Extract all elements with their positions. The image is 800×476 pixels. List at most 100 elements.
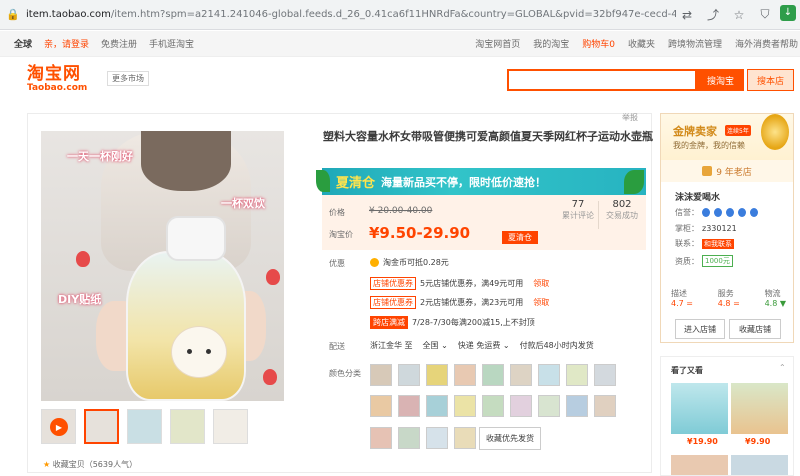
gold-seller-sub: 我的金牌，我的信赖: [673, 141, 745, 150]
shop-hat-icon: [702, 166, 713, 176]
color-swatch[interactable]: [370, 395, 392, 417]
color-swatch[interactable]: [594, 364, 616, 386]
shield-icon[interactable]: ⛉: [754, 5, 776, 25]
color-swatch[interactable]: [426, 427, 448, 449]
rec-item[interactable]: [731, 455, 788, 475]
product-main-image[interactable]: 一天一杯刚好 一杯双饮 DIY贴纸: [41, 131, 284, 401]
review-label: 累计评论: [562, 211, 594, 220]
search-taobao-button[interactable]: 搜淘宝: [697, 69, 744, 91]
ship-to-dropdown[interactable]: 全国 ⌄: [423, 340, 448, 351]
rec-item[interactable]: [671, 455, 728, 475]
download-icon[interactable]: ↓: [780, 4, 796, 21]
thumbnail-image[interactable]: [127, 409, 162, 444]
thumbnail-video[interactable]: ▶: [41, 409, 76, 444]
diamond-icon: [750, 208, 758, 217]
shipping-info: 浙江金华 至 全国 ⌄ 快递 免运费 ⌄ 付款后48小时内发货: [370, 340, 594, 351]
enter-shop-button[interactable]: 进入店铺: [675, 319, 725, 339]
get-coupon-button[interactable]: 领取: [533, 297, 549, 308]
color-swatch[interactable]: [538, 364, 560, 386]
score-value: 4.8: [764, 299, 778, 308]
color-swatch[interactable]: [510, 364, 532, 386]
color-swatch[interactable]: [398, 427, 420, 449]
region-selector[interactable]: 全球: [14, 37, 32, 50]
nav-home[interactable]: 淘宝网首页: [475, 37, 520, 50]
fullcut-row: 跨店满减 7/28-7/30每满200减15,上不封顶: [370, 316, 535, 329]
color-swatch[interactable]: [426, 395, 448, 417]
offers-label: 优惠: [329, 259, 345, 268]
color-swatch[interactable]: [566, 364, 588, 386]
color-label: 颜色分类: [329, 369, 361, 378]
rec-item[interactable]: [671, 383, 728, 434]
nav-cart[interactable]: 购物车0: [582, 37, 615, 50]
review-num: 77: [571, 199, 585, 210]
report-link[interactable]: 举报: [622, 112, 638, 123]
color-swatch[interactable]: [482, 395, 504, 417]
recommendations-panel: 看了又看 ⌃ ¥19.90 ¥9.90: [660, 356, 794, 476]
chevron-down-icon: ⌄: [502, 341, 510, 350]
current-price: ¥9.50-29.90: [369, 224, 471, 242]
contact-button[interactable]: 和我联系: [702, 238, 734, 249]
thumbnail-image[interactable]: [84, 409, 119, 444]
image-bunny-sticker: [171, 326, 227, 378]
promo-tag: 夏清仓: [336, 176, 376, 191]
color-swatch[interactable]: [370, 427, 392, 449]
mobile-link[interactable]: 手机逛淘宝: [149, 37, 194, 50]
color-swatch[interactable]: [510, 395, 532, 417]
review-count[interactable]: 77 累计评论: [562, 199, 594, 221]
more-markets-dropdown[interactable]: 更多市场: [107, 71, 149, 86]
color-swatch[interactable]: [426, 364, 448, 386]
shop-card: 金牌卖家 连续5年 我的金牌，我的信赖 9 年老店 沫沫爱喝水 信誉： 掌柜： …: [660, 113, 794, 343]
shop-contact: 联系： 和我联系: [675, 238, 734, 249]
color-swatch[interactable]: [454, 364, 476, 386]
color-swatch[interactable]: [482, 364, 504, 386]
divider: [598, 201, 599, 229]
get-coupon-button[interactable]: 领取: [533, 278, 549, 289]
rec-item[interactable]: [731, 383, 788, 434]
express-label: 快递 免运费: [457, 341, 501, 350]
chevron-up-icon[interactable]: ⌃: [779, 363, 786, 372]
color-swatch[interactable]: [370, 364, 392, 386]
rec-item-image: [731, 455, 788, 475]
url-field[interactable]: item.taobao.com/item.htm?spm=a2141.24104…: [26, 9, 676, 20]
coupon-text: 2元店铺优惠券，满23元可用: [420, 298, 524, 307]
thumbnail-image[interactable]: [213, 409, 248, 444]
translate-icon[interactable]: ⇄: [676, 5, 698, 25]
color-swatch[interactable]: [594, 395, 616, 417]
clearance-badge: 夏清仓: [502, 231, 538, 244]
color-swatch[interactable]: [398, 395, 420, 417]
bookmark-star-icon[interactable]: ☆: [728, 5, 750, 25]
nav-favorites[interactable]: 收藏夹: [628, 37, 655, 50]
image-annotation: DIY贴纸: [58, 293, 102, 306]
price-label: 价格: [329, 208, 345, 217]
priority-shipping-button[interactable]: 收藏优先发货: [479, 427, 541, 450]
color-swatch[interactable]: [454, 427, 476, 449]
url-host: item.taobao.com: [26, 9, 111, 20]
nav-my-taobao[interactable]: 我的淘宝: [533, 37, 569, 50]
share-icon[interactable]: ⤴: [702, 5, 724, 25]
thumbnail-image[interactable]: [170, 409, 205, 444]
nav-logistics[interactable]: 跨境物流管理: [668, 37, 722, 50]
search-shop-button[interactable]: 搜本店: [747, 69, 794, 91]
taobao-logo[interactable]: 淘宝网 Taobao.com: [27, 65, 97, 93]
score-label: 服务: [717, 289, 734, 298]
register-link[interactable]: 免费注册: [101, 37, 137, 50]
recommendations-title: 看了又看: [671, 366, 703, 375]
collect-product[interactable]: ★ 收藏宝贝（5639人气）: [43, 459, 137, 470]
gold-seller-title: 金牌卖家: [673, 125, 717, 138]
shop-name[interactable]: 沫沫爱喝水: [675, 190, 720, 203]
login-link[interactable]: 亲，请登录: [44, 37, 89, 50]
color-swatch[interactable]: [398, 364, 420, 386]
site-top-nav: 全球 亲，请登录 免费注册 手机逛淘宝 淘宝网首页 我的淘宝 购物车0 收藏夹 …: [0, 31, 800, 57]
search-input[interactable]: [507, 69, 697, 91]
promo-banner[interactable]: 夏清仓 海量新品买不停，限时低价速抢！: [316, 168, 646, 195]
color-swatch[interactable]: [538, 395, 560, 417]
color-swatch[interactable]: [566, 395, 588, 417]
score-label: 物流: [764, 289, 781, 298]
nav-help[interactable]: 海外消费者帮助: [735, 37, 798, 50]
express-dropdown[interactable]: 快递 免运费 ⌄: [458, 340, 510, 351]
shop-owner: 掌柜： z330121: [675, 223, 737, 234]
score-value: 4.7: [671, 299, 684, 308]
lock-icon[interactable]: 🔒: [0, 8, 26, 21]
favorite-shop-button[interactable]: 收藏店铺: [729, 319, 781, 339]
color-swatch[interactable]: [454, 395, 476, 417]
